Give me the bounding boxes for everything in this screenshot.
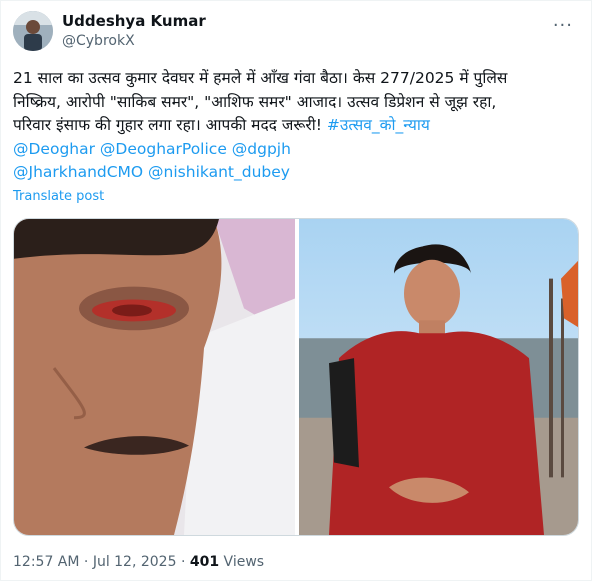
photo-portrait[interactable] bbox=[299, 219, 578, 535]
more-options-icon[interactable]: ··· bbox=[553, 15, 573, 36]
mentions-line-2[interactable]: @JharkhandCMO @nishikant_dubey bbox=[13, 161, 583, 185]
tweet-card: Uddeshya Kumar @CybrokX ··· 21 साल का उत… bbox=[0, 0, 592, 581]
hashtag-link[interactable]: #उत्सव_को_न्याय bbox=[327, 116, 430, 134]
avatar-image bbox=[13, 11, 53, 51]
views-label: Views bbox=[219, 554, 265, 570]
post-time[interactable]: 12:57 AM bbox=[13, 554, 79, 570]
media-grid bbox=[13, 218, 579, 536]
views-count: 401 bbox=[189, 554, 220, 570]
tweet-line-1: 21 साल का उत्सव कुमार देवघर में हमले में… bbox=[13, 69, 508, 87]
photo-portrait-image bbox=[299, 219, 578, 535]
post-date[interactable]: Jul 12, 2025 bbox=[93, 554, 177, 570]
tweet-line-2: निष्क्रिय, आरोपी "साकिब समर", "आशिफ समर"… bbox=[13, 92, 497, 111]
meta-separator: · bbox=[79, 554, 93, 570]
post-meta: 12:57 AM · Jul 12, 2025 · 401 Views bbox=[13, 554, 264, 570]
avatar[interactable] bbox=[13, 11, 53, 51]
mentions-line-1[interactable]: @Deoghar @DeogharPolice @dgpjh bbox=[13, 138, 583, 162]
tweet-line-3-text: परिवार इंसाफ की गुहार लगा रहा। आपकी मदद … bbox=[13, 116, 327, 134]
author-handle[interactable]: @CybrokX bbox=[62, 33, 135, 49]
tweet-text: 21 साल का उत्सव कुमार देवघर में हमले में… bbox=[13, 67, 583, 185]
photo-injured-eye-image bbox=[14, 219, 295, 535]
tweet-line-3: परिवार इंसाफ की गुहार लगा रहा। आपकी मदद … bbox=[13, 114, 583, 138]
photo-injured-eye[interactable] bbox=[14, 219, 295, 535]
translate-post-link[interactable]: Translate post bbox=[13, 189, 104, 204]
meta-separator: · bbox=[176, 554, 190, 570]
author-name[interactable]: Uddeshya Kumar bbox=[62, 12, 206, 30]
